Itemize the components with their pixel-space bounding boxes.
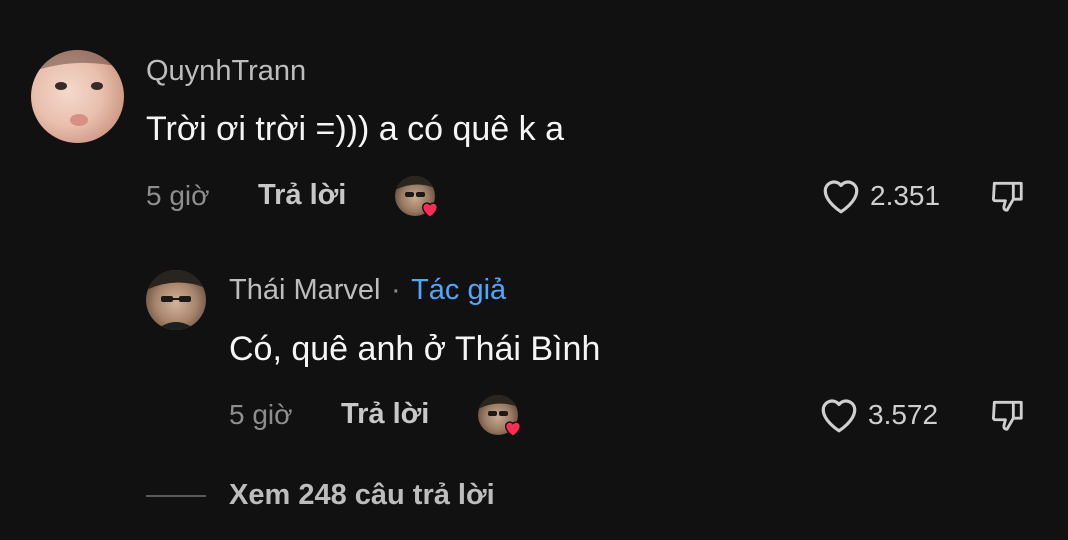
creator-liked-avatar-reply	[478, 395, 522, 438]
reply-button[interactable]: Trả lời	[258, 179, 346, 212]
commenter-username[interactable]: QuynhTrann	[146, 55, 306, 88]
comment-text: Trời ơi trời =))) a có quê k a	[146, 110, 564, 148]
dislike-button[interactable]	[988, 177, 1026, 215]
reply-time: 5 giờ	[229, 399, 293, 430]
dislike-icon	[991, 181, 1023, 212]
reply-dislike-button[interactable]	[988, 396, 1026, 434]
replies-divider	[146, 495, 206, 497]
dislike-icon	[991, 400, 1023, 431]
heart-outline-icon	[821, 399, 857, 433]
reply-like-button[interactable]	[818, 395, 860, 435]
reply-to-reply-button[interactable]: Trả lời	[341, 398, 429, 431]
view-more-replies-button[interactable]: Xem 248 câu trả lời	[229, 479, 495, 512]
author-badge: Tác giả	[411, 274, 507, 306]
author-username[interactable]: Thái Marvel	[229, 274, 381, 306]
author-avatar[interactable]	[146, 270, 206, 330]
like-count: 2.351	[870, 180, 941, 211]
like-button[interactable]	[820, 176, 862, 216]
name-separator: ·	[390, 274, 401, 306]
reply-like-count: 3.572	[868, 399, 939, 430]
commenter-avatar[interactable]	[31, 50, 124, 143]
comment-time: 5 giờ	[146, 180, 210, 211]
reply-text: Có, quê anh ở Thái Bình	[229, 330, 601, 368]
creator-liked-avatar	[395, 176, 439, 219]
heart-outline-icon	[823, 180, 859, 214]
liked-by-creator-heart-icon	[504, 421, 522, 438]
liked-by-creator-heart-icon	[421, 202, 439, 219]
